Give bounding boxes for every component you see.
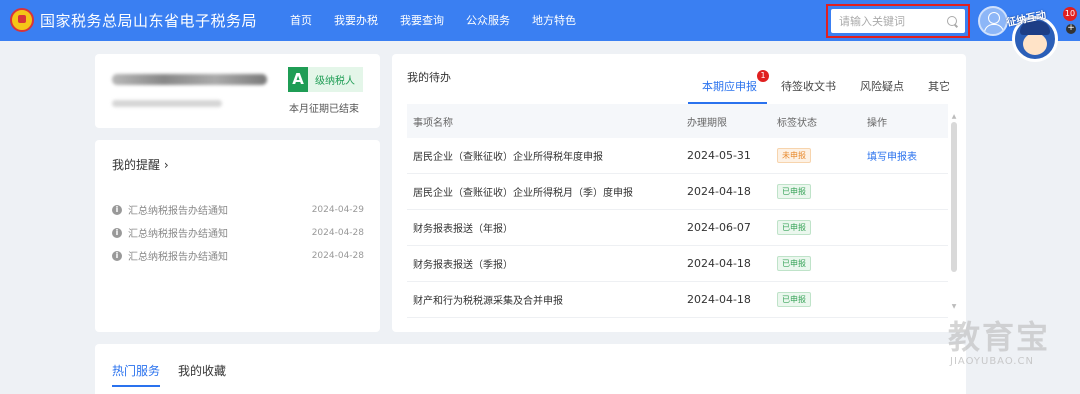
reminder-item[interactable]: i 汇总纳税报告办结通知 2024-04-28 [112, 244, 364, 267]
column-header-action: 操作 [867, 117, 887, 129]
status-cell: 已申报 [777, 184, 867, 199]
site-title[interactable]: 国家税务总局山东省电子税务局 [40, 10, 257, 31]
tab-other[interactable]: 其它 [928, 78, 950, 102]
status-badge: 已申报 [777, 184, 811, 199]
services-card: 热门服务 我的收藏 [95, 344, 966, 394]
todo-tabs: 本期应申报 1 待签收文书 风险疑点 其它 [678, 70, 950, 104]
nav-item-public-service[interactable]: 公众服务 [466, 0, 510, 41]
item-name: 财务报表报送（季报） [413, 260, 513, 271]
table-row: 财产和行为税税源采集及合并申报 2024-04-18 已申报 [407, 282, 948, 318]
item-deadline: 2024-05-31 [687, 149, 751, 162]
status-cell: 未申报 [777, 148, 867, 163]
status-cell: 已申报 [777, 220, 867, 235]
tab-label: 本期应申报 [702, 80, 757, 93]
tab-count-badge: 1 [757, 70, 769, 82]
status-badge: 已申报 [777, 256, 811, 271]
user-avatar-icon[interactable] [978, 6, 1008, 36]
nav-item-do-tax[interactable]: 我要办税 [334, 0, 378, 41]
search-field-container [831, 9, 965, 33]
scroll-up-arrow-icon[interactable]: ▲ [951, 114, 957, 120]
scrollbar-thumb[interactable] [951, 122, 957, 272]
status-badge: 未申报 [777, 148, 811, 163]
search-input[interactable] [839, 14, 947, 28]
status-badge: 已申报 [777, 220, 811, 235]
table-row: 财务报表报送（年报） 2024-06-07 已申报 [407, 210, 948, 246]
reminder-text[interactable]: 汇总纳税报告办结通知 [128, 225, 312, 240]
todo-card: 我的待办 本期应申报 1 待签收文书 风险疑点 其它 事项名称 办理期限 标签状… [392, 54, 966, 332]
reminder-item[interactable]: i 汇总纳税报告办结通知 2024-04-29 [112, 198, 364, 221]
top-navigation-bar: 国家税务总局山东省电子税务局 首页 我要办税 我要查询 公众服务 地方特色 [0, 0, 1080, 41]
tab-risk-issues[interactable]: 风险疑点 [860, 78, 904, 102]
item-name: 财产和行为税税源采集及合并申报 [413, 296, 563, 307]
search-icon[interactable] [947, 16, 957, 26]
taxpayer-info-card: A 级纳税人 本月征期已结束 [95, 54, 380, 128]
status-cell: 已申报 [777, 256, 867, 271]
notification-count-badge[interactable]: 10 [1063, 7, 1077, 21]
reminder-text[interactable]: 汇总纳税报告办结通知 [128, 202, 312, 217]
item-deadline: 2024-06-07 [687, 221, 751, 234]
main-nav: 首页 我要办税 我要查询 公众服务 地方特色 [290, 0, 598, 41]
status-badge: 已申报 [777, 292, 811, 307]
redacted-taxpayer-name [112, 74, 267, 85]
tab-popular-services[interactable]: 热门服务 [112, 362, 161, 387]
reminder-date: 2024-04-28 [311, 227, 364, 238]
info-icon: i [112, 250, 122, 261]
tab-current-period-filing[interactable]: 本期应申报 1 [688, 70, 769, 104]
reminders-list: i 汇总纳税报告办结通知 2024-04-29 i 汇总纳税报告办结通知 202… [112, 198, 364, 267]
reminder-text[interactable]: 汇总纳税报告办结通知 [128, 248, 312, 263]
reminder-item[interactable]: i 汇总纳税报告办结通知 2024-04-28 [112, 221, 364, 244]
info-icon: i [112, 204, 122, 215]
watermark-url: JIAOYUBAO.CN [950, 356, 1034, 367]
search-box [826, 4, 970, 38]
reminders-card: 我的提醒 › i 汇总纳税报告办结通知 2024-04-29 i 汇总纳税报告办… [95, 140, 380, 332]
reminder-date: 2024-04-28 [311, 250, 364, 261]
nav-item-local-features[interactable]: 地方特色 [532, 0, 576, 41]
column-header-status: 标签状态 [777, 117, 817, 129]
nav-item-query[interactable]: 我要查询 [400, 0, 444, 41]
nav-item-home[interactable]: 首页 [290, 0, 312, 41]
fill-return-link[interactable]: 填写申报表 [867, 152, 917, 163]
table-row: 居民企业（查账征收）企业所得税月（季）度申报 2024-04-18 已申报 [407, 174, 948, 210]
credit-grade-letter: A [288, 67, 308, 92]
redacted-taxpayer-id [112, 100, 222, 107]
scroll-down-arrow-icon[interactable]: ▼ [951, 304, 957, 310]
status-cell: 已申报 [777, 292, 867, 307]
tab-my-favorites[interactable]: 我的收藏 [178, 362, 226, 379]
table-row: 居民企业（查账征收）企业所得税年度申报 2024-05-31 未申报 填写申报表 [407, 138, 948, 174]
table-row: 财务报表报送（季报） 2024-04-18 已申报 [407, 246, 948, 282]
tab-pending-documents[interactable]: 待签收文书 [781, 78, 836, 102]
credit-grade-label: 级纳税人 [315, 76, 355, 87]
item-name: 居民企业（查账征收）企业所得税年度申报 [413, 152, 603, 163]
item-name: 居民企业（查账征收）企业所得税月（季）度申报 [413, 188, 633, 199]
plus-icon[interactable]: + [1066, 24, 1076, 34]
info-icon: i [112, 227, 122, 238]
item-name: 财务报表报送（年报） [413, 224, 513, 235]
item-deadline: 2024-04-18 [687, 257, 751, 270]
filing-period-status: 本月征期已结束 [289, 104, 359, 115]
credit-grade-badge: A 级纳税人 [288, 67, 363, 92]
action-cell: 填写申报表 [867, 148, 947, 163]
item-deadline: 2024-04-18 [687, 293, 751, 306]
reminders-title-link[interactable]: 我的提醒 › [112, 156, 169, 173]
table-scrollbar[interactable]: ▲ ▼ [951, 114, 957, 334]
table-header: 事项名称 办理期限 标签状态 操作 [407, 104, 948, 138]
column-header-deadline: 办理期限 [687, 117, 727, 129]
tax-bureau-emblem-icon[interactable] [10, 8, 34, 32]
reminder-date: 2024-04-29 [311, 204, 364, 215]
item-deadline: 2024-04-18 [687, 185, 751, 198]
column-header-item: 事项名称 [413, 117, 453, 129]
todo-table: 事项名称 办理期限 标签状态 操作 居民企业（查账征收）企业所得税年度申报 20… [407, 104, 948, 318]
todo-title: 我的待办 [407, 71, 451, 84]
